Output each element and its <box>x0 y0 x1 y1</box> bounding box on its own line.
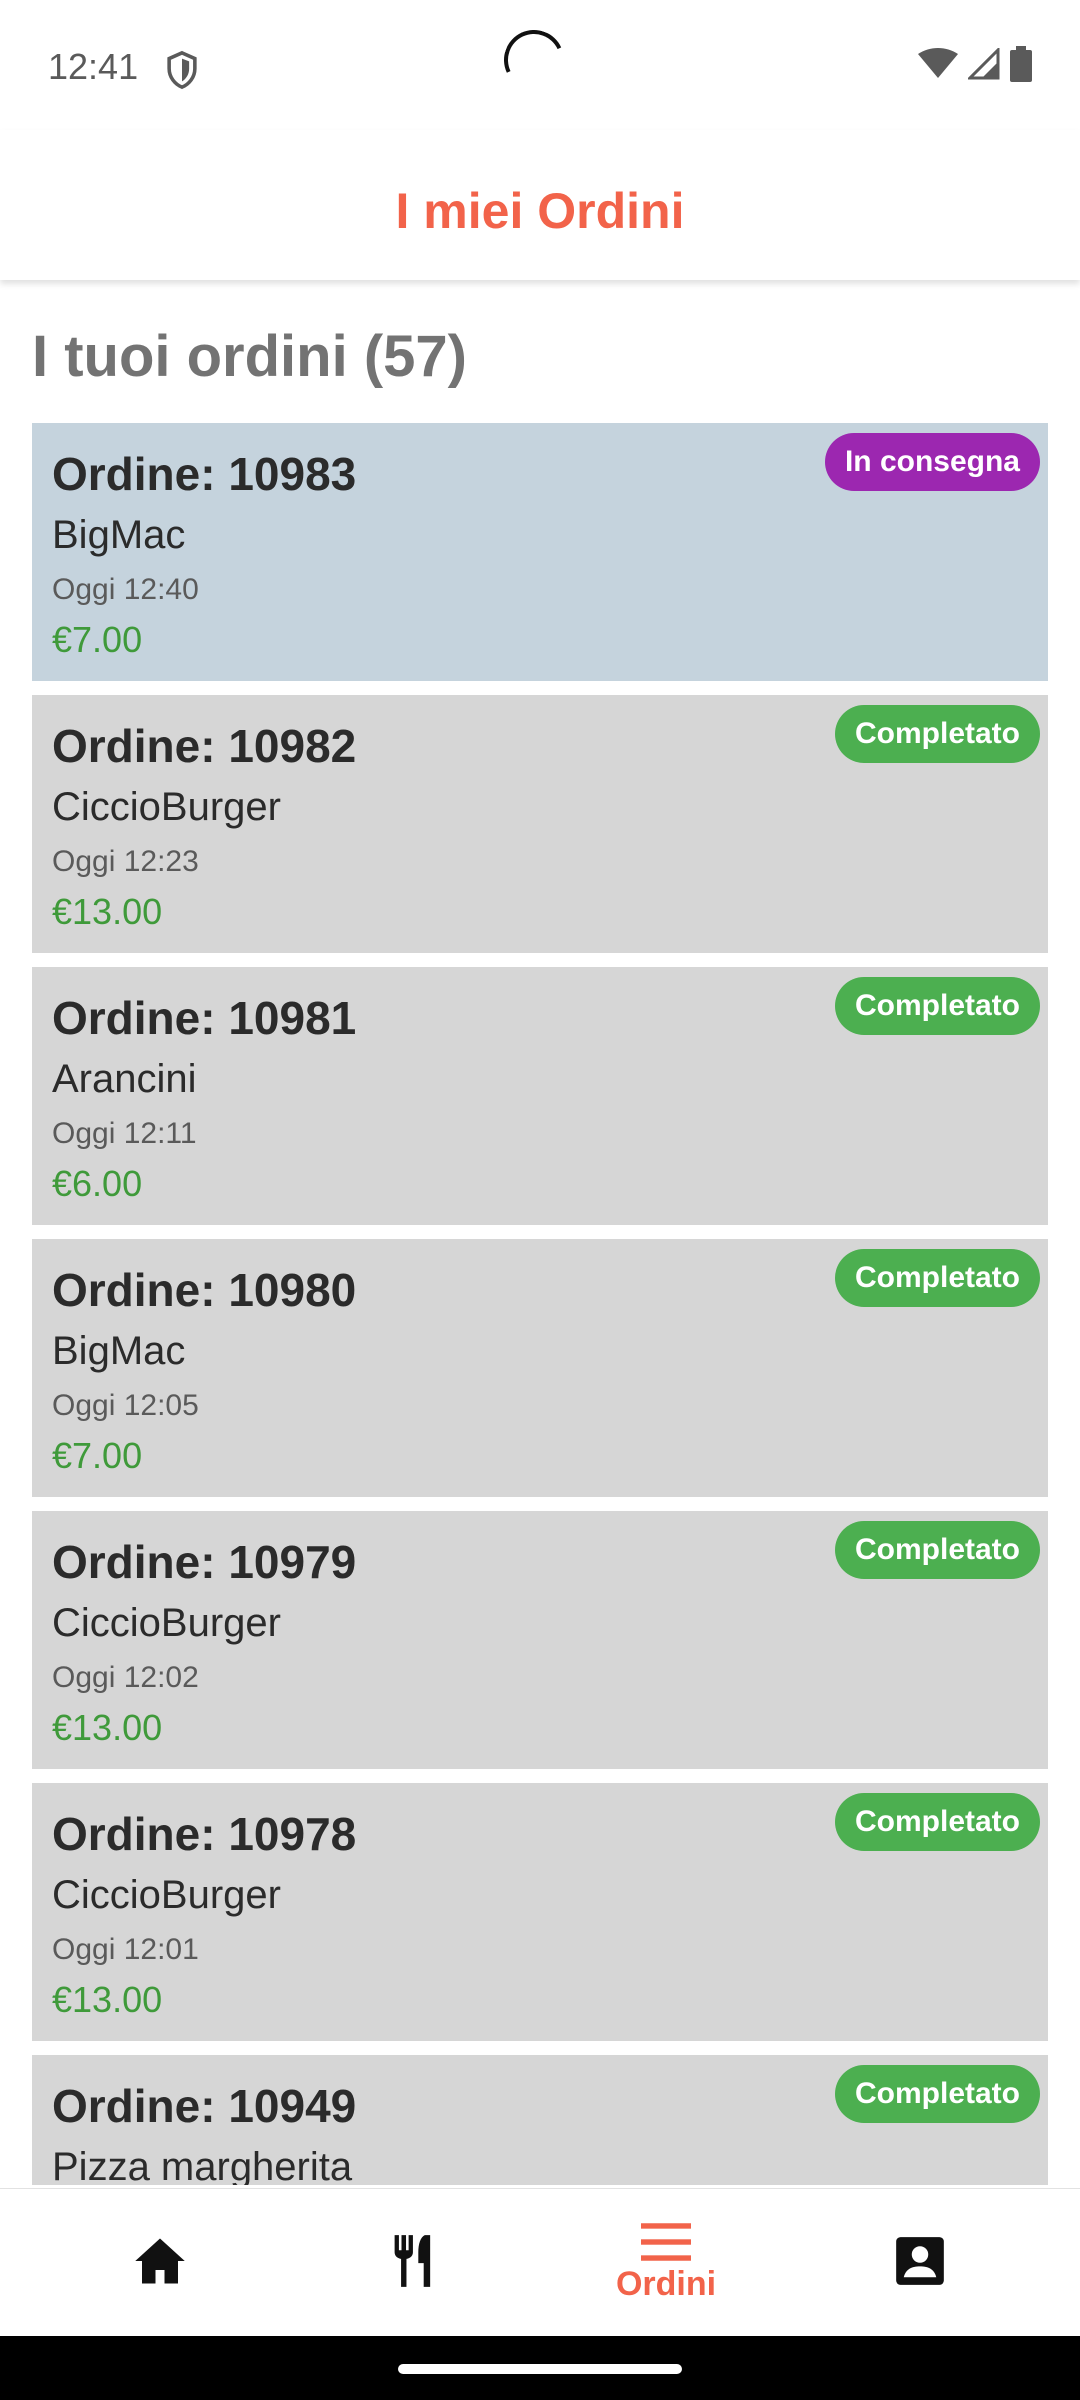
order-item: BigMac <box>52 1329 186 1373</box>
status-bar: 12:41 <box>0 0 1080 130</box>
order-id: Ordine: 10983 <box>52 448 357 500</box>
orders-menu-icon <box>641 2222 691 2261</box>
order-price: €7.00 <box>52 619 143 660</box>
order-item: Arancini <box>52 1057 197 1101</box>
order-item: CiccioBurger <box>52 1601 281 1645</box>
order-item: CiccioBurger <box>52 785 281 829</box>
order-item: CiccioBurger <box>52 1873 281 1917</box>
status-icons <box>918 46 1032 82</box>
nav-profile[interactable] <box>820 2189 1020 2337</box>
order-time: Oggi 12:40 <box>52 573 199 606</box>
status-time: 12:41 <box>48 46 139 87</box>
orders-content[interactable]: I tuoi ordini (57) Ordine: 10983 BigMac … <box>0 285 1080 2185</box>
order-item: BigMac <box>52 513 186 557</box>
order-price: €6.00 <box>52 1163 143 1204</box>
orders-list: Ordine: 10983 BigMac Oggi 12:40 €7.00 In… <box>32 423 1048 2185</box>
order-price: €13.00 <box>52 1707 163 1748</box>
order-card[interactable]: Ordine: 10983 BigMac Oggi 12:40 €7.00 In… <box>32 423 1048 681</box>
order-id: Ordine: 10981 <box>52 992 357 1044</box>
order-price: €13.00 <box>52 891 163 932</box>
status-badge: In consegna <box>824 433 1040 491</box>
status-badge: Completato <box>835 705 1040 763</box>
home-icon <box>135 2238 185 2284</box>
order-id: Ordine: 10980 <box>52 1264 357 1316</box>
bottom-navigation: Ordini <box>0 2188 1080 2337</box>
wifi-icon <box>918 48 958 78</box>
order-card[interactable]: Ordine: 10981 Arancini Oggi 12:11 €6.00 … <box>32 967 1048 1225</box>
order-id: Ordine: 10949 <box>52 2080 357 2132</box>
order-price: €13.00 <box>52 1979 163 2020</box>
order-item: Pizza margherita <box>52 2145 353 2185</box>
order-card[interactable]: Ordine: 10949 Pizza margherita Completat… <box>32 2055 1048 2185</box>
order-card[interactable]: Ordine: 10980 BigMac Oggi 12:05 €7.00 Co… <box>32 1239 1048 1497</box>
order-card[interactable]: Ordine: 10982 CiccioBurger Oggi 12:23 €1… <box>32 695 1048 953</box>
signal-icon <box>968 48 1000 80</box>
order-time: Oggi 12:23 <box>52 845 199 878</box>
nav-home[interactable] <box>60 2189 260 2337</box>
status-badge: Completato <box>835 1521 1040 1579</box>
order-time: Oggi 12:01 <box>52 1933 199 1966</box>
profile-icon <box>896 2237 944 2285</box>
order-card[interactable]: Ordine: 10978 CiccioBurger Oggi 12:01 €1… <box>32 1783 1048 2041</box>
nav-orders-label: Ordini <box>615 2264 717 2303</box>
orders-count-title: I tuoi ordini (57) <box>32 324 467 389</box>
system-gesture-bar <box>0 2336 1080 2400</box>
order-time: Oggi 12:11 <box>52 1117 197 1150</box>
order-id: Ordine: 10979 <box>52 1536 357 1588</box>
battery-icon <box>1010 46 1032 82</box>
order-time: Oggi 12:02 <box>52 1661 199 1694</box>
restaurant-icon <box>394 2235 431 2287</box>
gesture-handle[interactable] <box>398 2364 682 2374</box>
page-title: I miei Ordini <box>395 183 685 239</box>
order-id: Ordine: 10978 <box>52 1808 357 1860</box>
status-badge: Completato <box>835 977 1040 1035</box>
order-price: €7.00 <box>52 1435 143 1476</box>
order-time: Oggi 12:05 <box>52 1389 199 1422</box>
app-header: I miei Ordini <box>0 130 1080 280</box>
status-badge: Completato <box>835 1793 1040 1851</box>
shield-icon <box>167 50 197 90</box>
status-badge: Completato <box>835 1249 1040 1307</box>
camera-cutout <box>495 21 573 99</box>
status-badge: Completato <box>835 2065 1040 2123</box>
order-card[interactable]: Ordine: 10979 CiccioBurger Oggi 12:02 €1… <box>32 1511 1048 1769</box>
order-id: Ordine: 10982 <box>52 720 357 772</box>
nav-orders[interactable]: Ordini <box>566 2189 766 2337</box>
nav-menu[interactable] <box>314 2189 514 2337</box>
